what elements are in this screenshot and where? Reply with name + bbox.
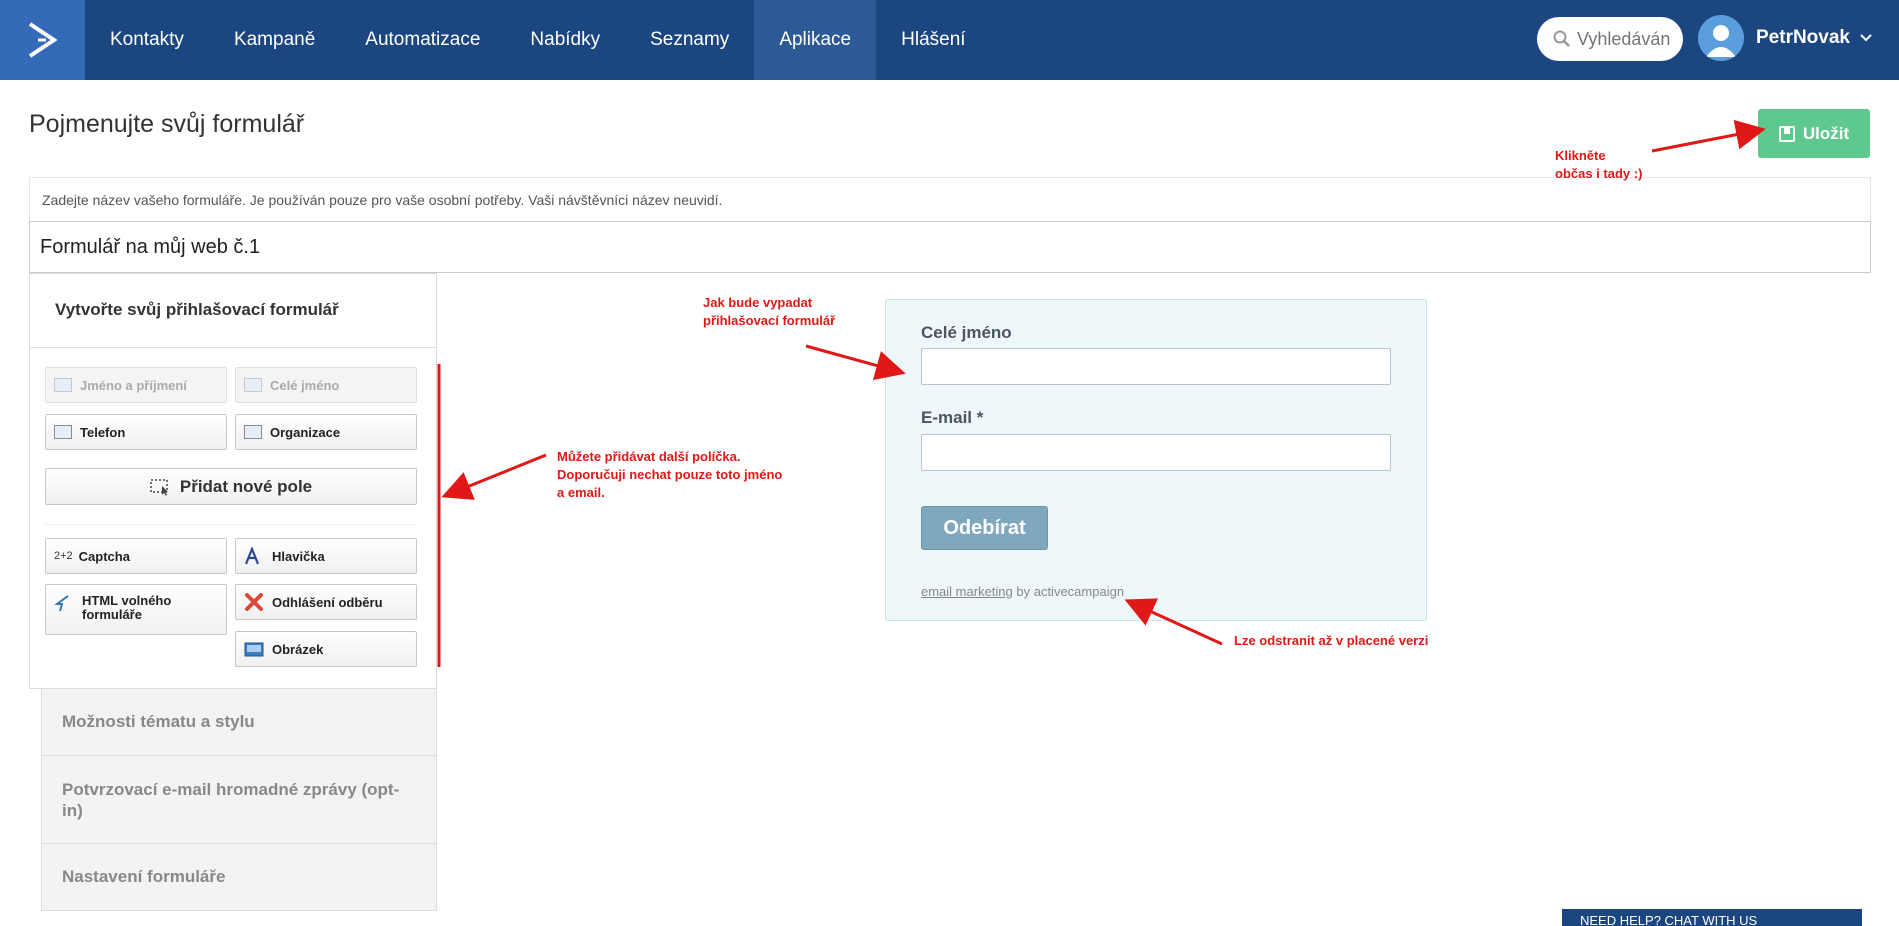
- arrow-to-fields: [441, 453, 547, 500]
- element-label: Odhlášení odběru: [272, 594, 383, 610]
- divider: [45, 524, 417, 525]
- form-name-hint: Zadejte název vašeho formuláře. Je použí…: [29, 177, 1871, 222]
- field-label: Telefon: [80, 424, 126, 440]
- field-label: Organizace: [270, 424, 341, 440]
- annotation-line: Doporučuji nechat pouze toto jméno: [557, 467, 783, 482]
- nav-item-kampane[interactable]: Kampaně: [209, 0, 340, 80]
- annotation-line: a email.: [557, 485, 605, 500]
- unsubscribe-icon: [245, 593, 263, 611]
- accordion-form-settings[interactable]: Nastavení formuláře: [41, 844, 437, 911]
- nav-item-seznamy[interactable]: Seznamy: [625, 0, 754, 80]
- element-html[interactable]: HTML volného formuláře: [45, 584, 227, 635]
- add-field-icon: [150, 478, 168, 496]
- annotation-preview-note: Jak bude vypadat přihlašovací formulář: [703, 294, 835, 330]
- save-button-label: Uložit: [1802, 123, 1850, 143]
- annotation-line: Můžete přidávat další políčka.: [557, 449, 741, 464]
- nav-item-automatizace[interactable]: Automatizace: [340, 0, 505, 80]
- annotation-line: občas i tady :): [1555, 166, 1643, 181]
- form-builder-panel: Vytvořte svůj přihlašovací formulář Jmén…: [29, 273, 437, 689]
- search-input[interactable]: [1577, 28, 1677, 50]
- settings-accordion: Možnosti tématu a stylu Potvrzovací e-ma…: [41, 689, 437, 911]
- accordion-theme-style[interactable]: Možnosti tématu a stylu: [41, 689, 437, 756]
- user-avatar-icon: [1706, 25, 1736, 57]
- form-name-input[interactable]: [29, 221, 1871, 273]
- preview-email-label: E-mail *: [921, 408, 984, 427]
- activecampaign-logo-icon: [28, 22, 58, 58]
- email-marketing-link[interactable]: email marketing: [921, 584, 1013, 599]
- app-logo[interactable]: [0, 0, 85, 80]
- element-label: Captcha: [78, 548, 130, 564]
- field-icon: [54, 425, 72, 439]
- preview-email-input[interactable]: [921, 434, 1391, 471]
- arrow-to-save: [1651, 119, 1766, 153]
- field-icon: [244, 425, 262, 439]
- page-title: Pojmenujte svůj formulář: [29, 110, 305, 138]
- main-nav: Kontakty Kampaně Automatizace Nabídky Se…: [85, 0, 991, 80]
- preview-name-label: Celé jméno: [921, 323, 1012, 342]
- footer-by-text: by activecampaign: [1012, 584, 1125, 599]
- field-telefon[interactable]: Telefon: [45, 414, 227, 450]
- annotation-line: Klikněte: [1555, 148, 1606, 163]
- image-icon: [244, 642, 264, 657]
- chevron-down-icon: [1860, 34, 1872, 42]
- search-box[interactable]: [1537, 17, 1683, 61]
- user-name: PetrNovak: [1756, 27, 1850, 48]
- chat-widget-button[interactable]: NEED HELP? CHAT WITH US: [1562, 909, 1862, 926]
- element-captcha[interactable]: 2+2 Captcha: [45, 538, 227, 574]
- nav-item-nabidky[interactable]: Nabídky: [505, 0, 625, 80]
- preview-name-input[interactable]: [921, 348, 1391, 385]
- accordion-label: Nastavení formuláře: [62, 867, 226, 886]
- element-label: Hlavička: [272, 548, 325, 564]
- add-new-field-button[interactable]: Přidat nové pole: [45, 468, 417, 505]
- field-icon: [244, 378, 262, 392]
- builder-title: Vytvořte svůj přihlašovací formulář: [30, 274, 436, 348]
- element-label: HTML volného formuláře: [82, 593, 172, 622]
- save-icon: [1778, 125, 1795, 142]
- annotation-line: přihlašovací formulář: [703, 313, 836, 328]
- header-icon: [244, 547, 260, 565]
- preview-footer: email marketing by activecampaign: [921, 584, 1124, 599]
- html-icon: [54, 595, 69, 612]
- add-field-label: Přidat nové pole: [179, 476, 313, 496]
- element-label: Obrázek: [272, 641, 324, 657]
- nav-item-kontakty[interactable]: Kontakty: [85, 0, 209, 80]
- preview-submit-button[interactable]: Odebírat: [921, 506, 1048, 550]
- annotation-save-note: Klikněte občas i tady :): [1555, 147, 1642, 183]
- field-cele-jmeno[interactable]: Celé jméno: [235, 367, 417, 403]
- avatar: [1698, 15, 1744, 61]
- annotation-line: Lze odstranit až v placené verzi: [1234, 633, 1429, 648]
- save-button[interactable]: Uložit: [1758, 109, 1870, 158]
- annotation-fields-note: Můžete přidávat další políčka. Doporučuj…: [557, 448, 782, 502]
- field-icon: [54, 378, 72, 392]
- accordion-label: Potvrzovací e-mail hromadné zprávy (opt-…: [62, 779, 400, 820]
- search-icon: [1553, 30, 1570, 47]
- form-preview: Celé jméno E-mail * Odebírat email marke…: [885, 299, 1427, 621]
- field-label: Celé jméno: [270, 377, 340, 393]
- field-label: Jméno a příjmení: [80, 377, 187, 393]
- field-organizace[interactable]: Organizace: [235, 414, 417, 450]
- element-obrazek[interactable]: Obrázek: [235, 631, 417, 667]
- user-menu[interactable]: PetrNovak: [1698, 15, 1872, 61]
- captcha-icon: 2+2: [54, 550, 73, 562]
- nav-item-aplikace[interactable]: Aplikace: [754, 0, 877, 80]
- accordion-optin-email[interactable]: Potvrzovací e-mail hromadné zprávy (opt-…: [41, 756, 437, 844]
- nav-item-hlaseni[interactable]: Hlášení: [876, 0, 990, 80]
- annotation-line: Jak bude vypadat: [703, 295, 813, 310]
- element-hlavicka[interactable]: Hlavička: [235, 538, 417, 574]
- field-jmeno-a-prijmeni[interactable]: Jméno a příjmení: [45, 367, 227, 403]
- element-odhlaseni[interactable]: Odhlášení odběru: [235, 584, 417, 620]
- annotation-footer-note: Lze odstranit až v placené verzi: [1234, 632, 1428, 650]
- accordion-label: Možnosti tématu a stylu: [62, 712, 255, 731]
